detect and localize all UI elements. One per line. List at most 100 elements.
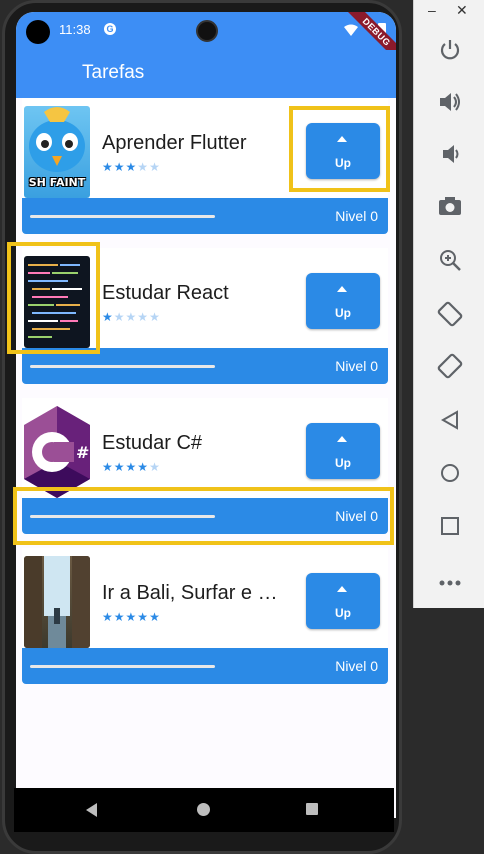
star-icon: ★	[125, 610, 138, 624]
star-icon: ★	[149, 310, 161, 324]
task-image	[24, 256, 90, 348]
close-window-button[interactable]: ✕	[456, 2, 468, 19]
home-button[interactable]	[414, 453, 484, 493]
progress-bar	[30, 665, 215, 668]
star-icon: ★	[137, 160, 150, 174]
volume-up-icon	[439, 93, 460, 111]
star-icon: ★	[125, 460, 138, 474]
rotate-right-button[interactable]	[414, 346, 484, 386]
task-name: Estudar React	[102, 282, 229, 304]
volume-down-button[interactable]	[414, 134, 484, 174]
back-button[interactable]	[414, 400, 484, 440]
nav-recents-icon[interactable]	[306, 803, 318, 815]
star-icon: ★	[113, 610, 126, 624]
task-name: Estudar C#	[102, 432, 203, 454]
arrow-up-icon	[337, 586, 347, 592]
overview-icon	[440, 517, 459, 535]
power-button[interactable]	[414, 30, 484, 70]
level-bar: Nivel 0	[22, 348, 388, 384]
home-icon	[440, 464, 459, 482]
up-button-label: Up	[335, 156, 351, 170]
zoom-icon	[439, 250, 461, 271]
up-button-label: Up	[335, 306, 351, 320]
page-title: Tarefas	[82, 62, 145, 83]
up-button[interactable]: Up	[306, 273, 380, 329]
emulator-toolbar: – ✕	[413, 0, 484, 608]
star-icon: ★	[149, 460, 161, 474]
level-bar: Nivel 0	[22, 648, 388, 684]
task-item: Ir a Bali, Surfar e Meditar ★★★★★ Up Niv…	[22, 548, 388, 688]
task-card: Ir a Bali, Surfar e Meditar ★★★★★ Up	[22, 548, 388, 648]
up-button-label: Up	[335, 456, 351, 470]
rotate-left-icon	[437, 301, 462, 327]
difficulty-stars: ★★★★★	[102, 310, 161, 324]
up-button[interactable]: Up	[306, 423, 380, 479]
difficulty-stars: ★★★★★	[102, 460, 161, 474]
difficulty-stars: ★★★★★	[102, 160, 161, 174]
volume-down-icon	[442, 145, 458, 163]
star-icon: ★	[149, 610, 161, 624]
front-camera-left	[26, 20, 50, 44]
star-icon: ★	[137, 310, 150, 324]
volume-up-button[interactable]	[414, 82, 484, 122]
thumb-caption: SH FAINT	[28, 176, 86, 189]
rotate-left-button[interactable]	[414, 294, 484, 334]
up-button[interactable]: Up	[306, 123, 380, 179]
task-image: SH FAINT	[24, 106, 90, 198]
progress-bar	[30, 515, 215, 518]
status-time: 11:38	[59, 22, 91, 37]
star-icon: ★	[125, 310, 138, 324]
star-icon: ★	[102, 310, 114, 324]
phone-screen: 11:38 G DEBUG Tarefas SH FAINT Aprender …	[16, 12, 396, 818]
wifi-icon	[344, 24, 358, 36]
power-icon	[440, 40, 459, 60]
star-icon: ★	[102, 160, 114, 174]
back-icon	[440, 410, 458, 430]
more-button[interactable]	[414, 560, 484, 600]
task-name: Aprender Flutter	[102, 132, 247, 154]
task-card: SH FAINT Aprender Flutter ★★★★★ Up	[22, 98, 388, 198]
level-bar: Nivel 0	[22, 498, 388, 534]
overview-button[interactable]	[414, 506, 484, 546]
level-label: Nivel 0	[335, 508, 378, 524]
up-button-label: Up	[335, 606, 351, 620]
arrow-up-icon	[337, 136, 347, 142]
arrow-up-icon	[337, 436, 347, 442]
level-label: Nivel 0	[335, 358, 378, 374]
minimize-button[interactable]: –	[428, 2, 436, 18]
nav-back-icon[interactable]	[86, 803, 97, 817]
svg-text:#: #	[76, 443, 89, 462]
level-label: Nivel 0	[335, 208, 378, 224]
star-icon: ★	[113, 310, 126, 324]
level-label: Nivel 0	[335, 658, 378, 674]
star-icon: ★	[102, 610, 114, 624]
task-card: Estudar React ★★★★★ Up	[22, 248, 388, 348]
more-icon	[439, 580, 460, 586]
screenshot-button[interactable]	[414, 186, 484, 226]
nav-home-icon[interactable]	[197, 803, 210, 816]
star-icon: ★	[149, 160, 161, 174]
zoom-button[interactable]	[414, 240, 484, 280]
task-item: # Estudar C# ★★★★★ Up Nivel 0	[22, 398, 388, 538]
task-item: SH FAINT Aprender Flutter ★★★★★ Up Nivel…	[22, 98, 388, 238]
up-button[interactable]: Up	[306, 573, 380, 629]
rotate-right-icon	[437, 353, 462, 379]
task-name: Ir a Bali, Surfar e Meditar	[102, 582, 282, 604]
star-icon: ★	[102, 460, 114, 474]
task-card: # Estudar C# ★★★★★ Up	[22, 398, 388, 498]
star-icon: ★	[113, 460, 126, 474]
system-nav-bar	[14, 788, 394, 832]
level-bar: Nivel 0	[22, 198, 388, 234]
star-icon: ★	[137, 610, 150, 624]
difficulty-stars: ★★★★★	[102, 610, 161, 624]
emulator-window: 11:38 G DEBUG Tarefas SH FAINT Aprender …	[0, 0, 484, 854]
star-icon: ★	[137, 460, 150, 474]
google-notification-icon: G	[104, 23, 116, 35]
front-camera-center	[196, 20, 218, 42]
star-icon: ★	[125, 160, 138, 174]
camera-icon	[438, 197, 461, 215]
app-bar: Tarefas	[16, 50, 396, 98]
task-item: Estudar React ★★★★★ Up Nivel 0	[22, 248, 388, 388]
status-bar: 11:38 G DEBUG	[16, 12, 396, 70]
arrow-up-icon	[337, 286, 347, 292]
